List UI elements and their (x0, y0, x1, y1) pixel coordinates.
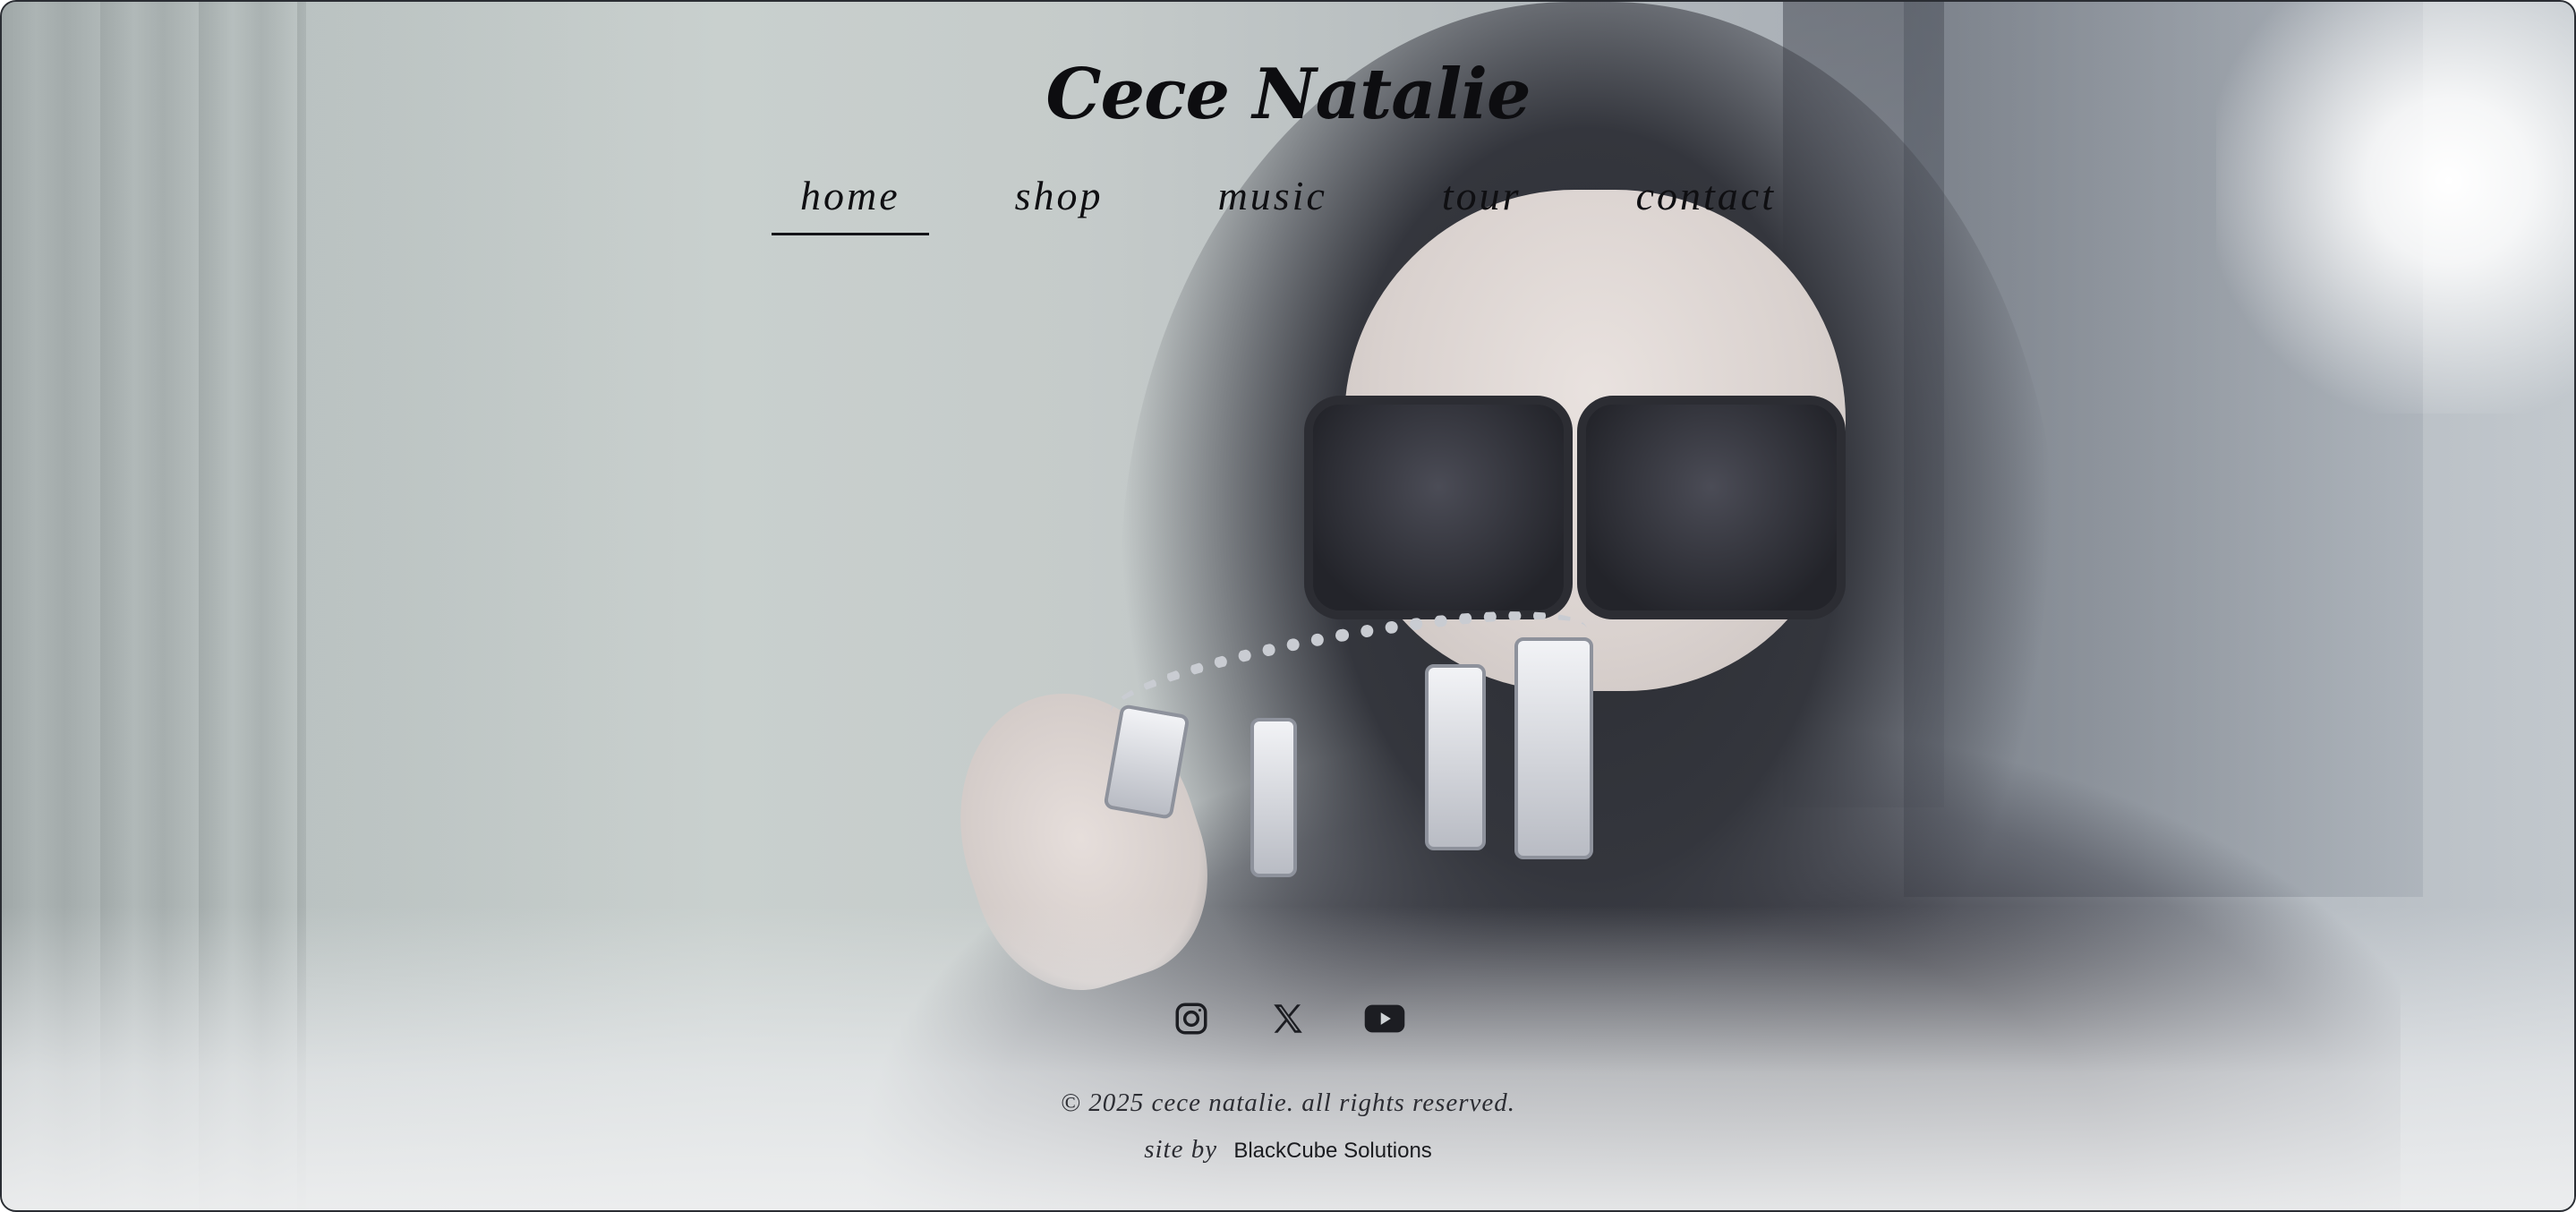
nav-item-contact[interactable]: contact (1608, 165, 1804, 235)
site-logo[interactable]: Cece Natalie (2, 54, 2574, 135)
necklace-charm (1425, 664, 1486, 850)
credit-brand-link[interactable]: BlackCube Solutions (1233, 1139, 1431, 1163)
nav-item-home[interactable]: home (772, 165, 929, 235)
copyright-text: © 2025 cece natalie. all rights reserved… (1060, 1088, 1516, 1117)
sunglasses-right-lens (1577, 396, 1846, 619)
necklace-charm (1250, 718, 1297, 877)
main-nav: home shop music tour contact (2, 165, 2574, 235)
youtube-icon[interactable] (1363, 997, 1406, 1040)
social-links (2, 997, 2574, 1040)
x-icon[interactable] (1267, 997, 1309, 1040)
haze-bottom (2, 906, 2574, 1210)
instagram-icon[interactable] (1170, 997, 1213, 1040)
necklace-charm (1514, 637, 1593, 859)
nav-item-tour[interactable]: tour (1413, 165, 1550, 235)
nav-item-shop[interactable]: shop (986, 165, 1132, 235)
credit-prefix: site by (1144, 1135, 1218, 1164)
page-frame: Cece Natalie home shop music tour contac… (0, 0, 2576, 1212)
sunglasses-left-lens (1304, 396, 1573, 619)
site-credit: site by BlackCube Solutions (2, 1135, 2574, 1165)
nav-item-music[interactable]: music (1190, 165, 1356, 235)
